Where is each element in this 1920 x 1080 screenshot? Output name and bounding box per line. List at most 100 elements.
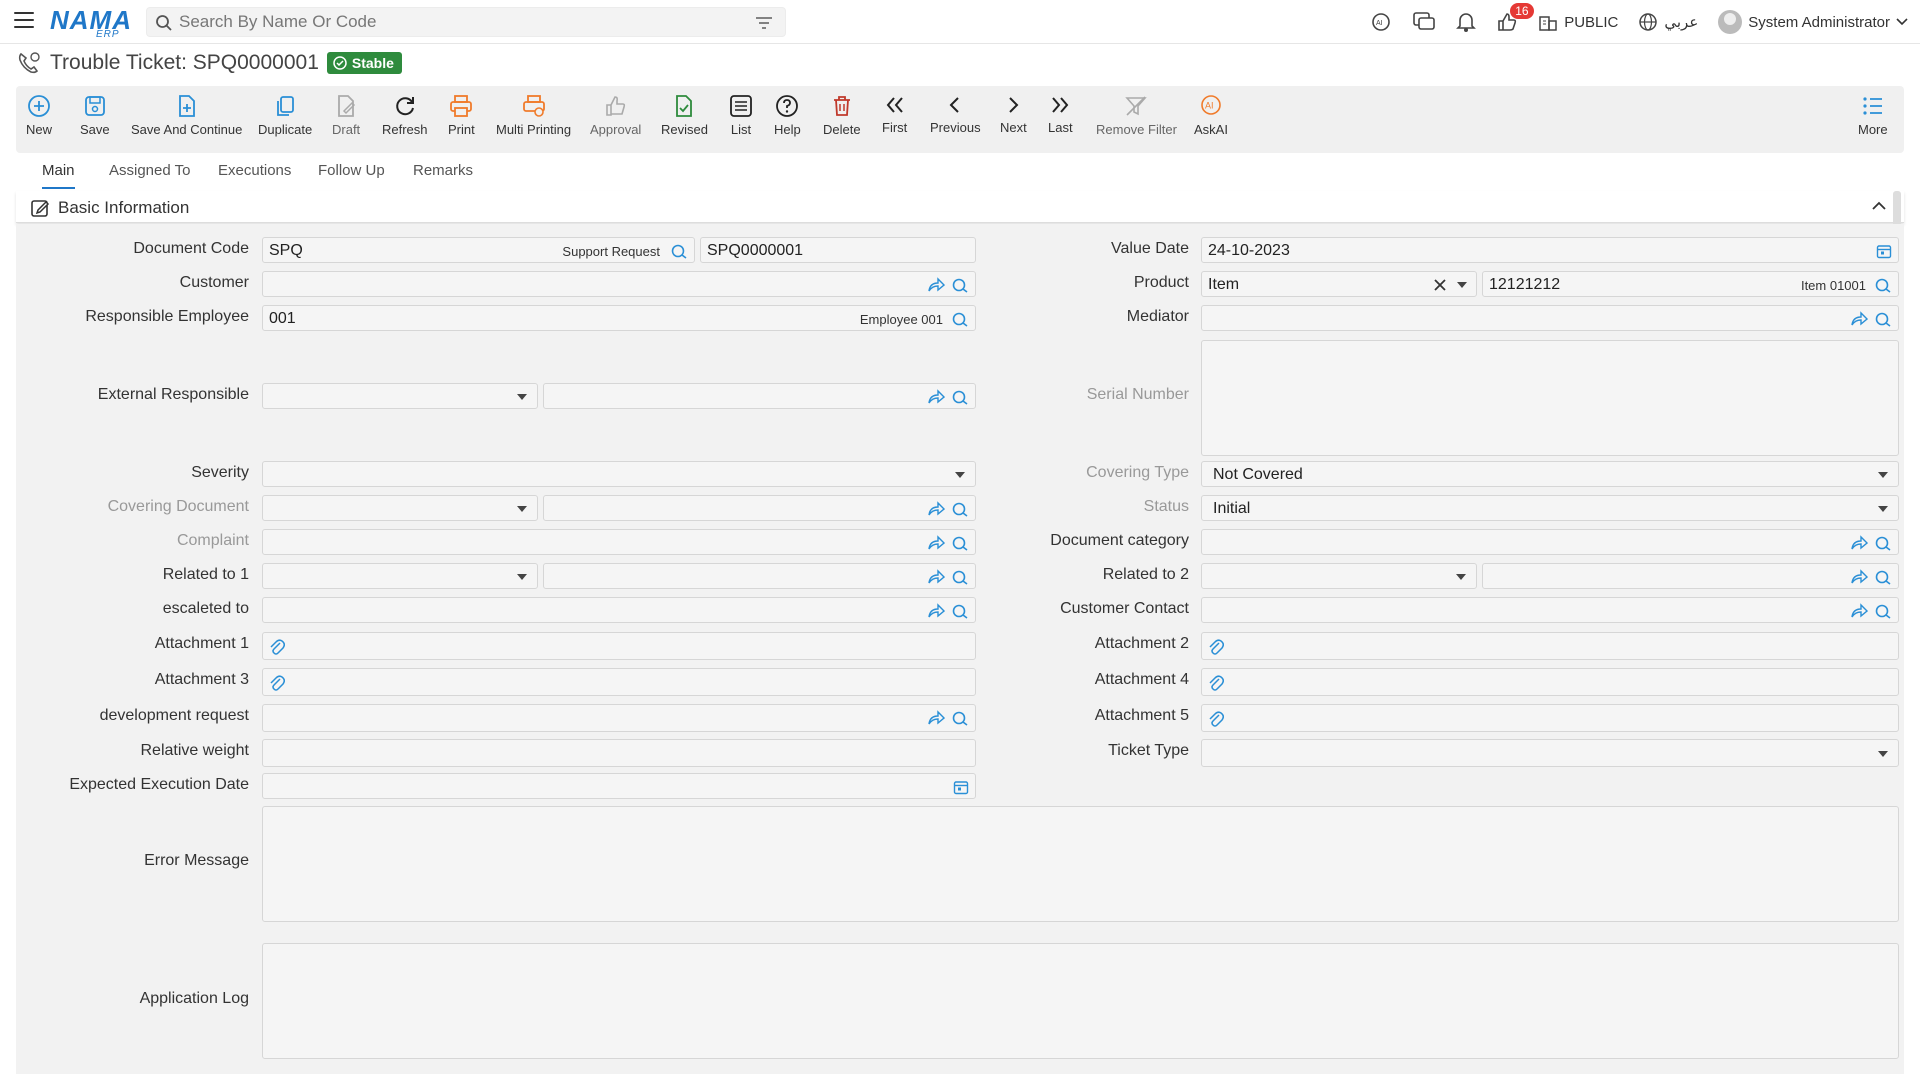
next-button[interactable]: Next [1000,94,1027,135]
relative-weight-field[interactable] [262,739,976,767]
print-button[interactable]: Print [448,94,475,137]
share-arrow-icon[interactable] [927,603,945,619]
bell-icon[interactable] [1456,11,1477,33]
customer-contact-field[interactable] [1201,597,1899,623]
share-arrow-icon[interactable] [927,710,945,726]
multi-printing-button[interactable]: Multi Printing [496,94,571,137]
development-request-field[interactable] [262,704,976,732]
calendar-icon[interactable] [1876,243,1892,259]
attachment-1-field[interactable] [262,632,976,660]
search-lookup-icon[interactable] [951,569,969,585]
paperclip-icon[interactable] [269,674,285,692]
list-button[interactable]: List [729,94,753,137]
share-arrow-icon[interactable] [1850,603,1868,619]
share-arrow-icon[interactable] [1850,535,1868,551]
search-lookup-icon[interactable] [1874,311,1892,327]
search-lookup-icon[interactable] [951,501,969,517]
ai-support-icon[interactable]: AI [1370,11,1392,33]
related-to-1-field[interactable] [543,563,976,589]
duplicate-button[interactable]: Duplicate [258,94,312,137]
paperclip-icon[interactable] [1208,638,1224,656]
severity-select[interactable] [262,461,976,487]
tab-remarks[interactable]: Remarks [413,162,473,187]
app-logo[interactable]: NAMA ERP [50,5,132,40]
document-code-field[interactable]: SPQ Support Request [262,237,695,263]
share-arrow-icon[interactable] [927,501,945,517]
new-button[interactable]: New [26,94,52,137]
save-button[interactable]: Save [80,94,110,137]
menu-icon[interactable] [14,12,34,30]
share-arrow-icon[interactable] [927,569,945,585]
filter-icon[interactable] [755,15,773,31]
search-lookup-icon[interactable] [1874,603,1892,619]
attachment-4-field[interactable] [1201,668,1899,696]
help-button[interactable]: Help [774,94,801,137]
search-lookup-icon[interactable] [670,243,688,259]
product-type-select[interactable]: Item [1201,271,1477,297]
share-arrow-icon[interactable] [1850,569,1868,585]
global-search[interactable] [146,7,786,37]
document-number-field[interactable]: SPQ0000001 [700,237,976,263]
covering-document-type-select[interactable] [262,495,538,521]
revised-button[interactable]: Revised [661,94,708,137]
chat-icon[interactable] [1412,11,1436,33]
status-select[interactable]: Initial [1201,495,1899,521]
search-lookup-icon[interactable] [951,277,969,293]
paperclip-icon[interactable] [269,638,285,656]
calendar-icon[interactable] [953,779,969,795]
ticket-type-select[interactable] [1201,739,1899,767]
search-lookup-icon[interactable] [1874,569,1892,585]
tab-assigned-to[interactable]: Assigned To [109,162,190,187]
search-lookup-icon[interactable] [951,389,969,405]
language-selector[interactable]: عربي [1638,12,1698,32]
search-lookup-icon[interactable] [951,311,969,327]
covering-type-select[interactable]: Not Covered [1201,461,1899,487]
remove-filter-button[interactable]: Remove Filter [1096,94,1177,137]
search-lookup-icon[interactable] [1874,535,1892,551]
user-menu[interactable]: System Administrator [1718,10,1908,34]
application-log-textarea[interactable] [262,943,1899,1059]
related-to-2-field[interactable] [1482,563,1899,589]
askai-button[interactable]: AI AskAI [1194,94,1228,137]
escalated-to-field[interactable] [262,597,976,623]
approval-button[interactable]: Approval [590,94,641,137]
share-arrow-icon[interactable] [927,389,945,405]
draft-button[interactable]: Draft [332,94,360,137]
last-button[interactable]: Last [1048,94,1073,135]
attachment-2-field[interactable] [1201,632,1899,660]
search-input[interactable] [179,12,739,32]
tab-executions[interactable]: Executions [218,162,291,187]
product-field[interactable]: 12121212 Item 01001 [1482,271,1899,297]
search-lookup-icon[interactable] [951,603,969,619]
refresh-button[interactable]: Refresh [382,94,428,137]
expected-execution-date-field[interactable] [262,773,976,799]
share-arrow-icon[interactable] [927,535,945,551]
more-button[interactable]: More [1858,94,1888,137]
tab-main[interactable]: Main [42,162,75,189]
save-and-continue-button[interactable]: Save And Continue [131,94,242,137]
external-responsible-type-select[interactable] [262,383,538,409]
share-arrow-icon[interactable] [1850,311,1868,327]
customer-field[interactable] [262,271,976,297]
attachment-3-field[interactable] [262,668,976,696]
complaint-field[interactable] [262,529,976,555]
paperclip-icon[interactable] [1208,710,1224,728]
clear-icon[interactable] [1434,279,1446,291]
search-lookup-icon[interactable] [1874,277,1892,293]
basic-information-header[interactable]: Basic Information [16,191,1904,223]
delete-button[interactable]: Delete [823,94,861,137]
previous-button[interactable]: Previous [930,94,981,135]
related-to-1-type-select[interactable] [262,563,538,589]
likes-icon[interactable]: 16 [1496,3,1534,33]
related-to-2-type-select[interactable] [1201,563,1477,589]
document-category-field[interactable] [1201,529,1899,555]
covering-document-field[interactable] [543,495,976,521]
serial-number-textarea[interactable] [1201,340,1899,456]
chevron-up-icon[interactable] [1872,201,1886,210]
first-button[interactable]: First [882,94,907,135]
share-arrow-icon[interactable] [927,277,945,293]
search-lookup-icon[interactable] [951,710,969,726]
mediator-field[interactable] [1201,305,1899,331]
tab-follow-up[interactable]: Follow Up [318,162,385,187]
paperclip-icon[interactable] [1208,674,1224,692]
